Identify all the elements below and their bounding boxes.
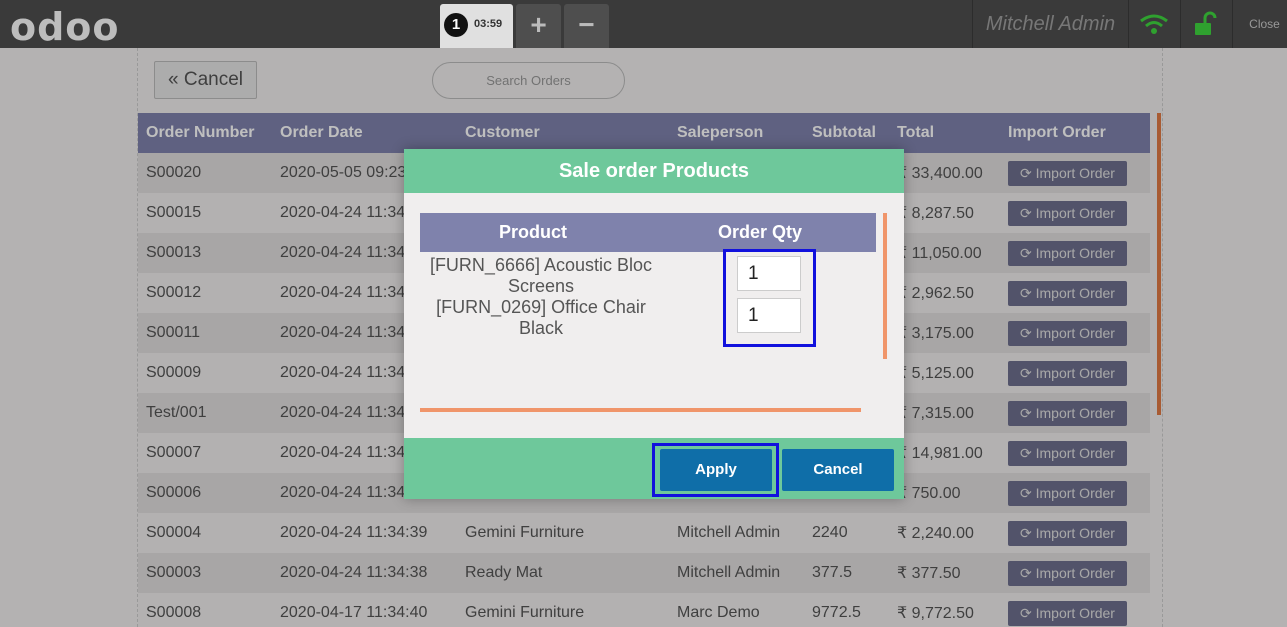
- wifi-icon[interactable]: [1138, 12, 1170, 36]
- sale-order-products-dialog: Sale order Products Product Order Qty [F…: [404, 149, 904, 499]
- remove-order-button[interactable]: −: [564, 4, 609, 48]
- top-bar: odoo 1 03:59 + − Mitchell Admin Close: [0, 0, 1287, 49]
- products-table-header: Product Order Qty: [420, 213, 876, 252]
- apply-button[interactable]: Apply: [660, 449, 772, 491]
- add-order-button[interactable]: +: [516, 4, 561, 48]
- order-time: 03:59: [474, 18, 503, 30]
- col-order-qty: Order Qty: [717, 222, 803, 242]
- odoo-logo: odoo: [10, 5, 120, 49]
- order-qty-input[interactable]: 1: [737, 256, 801, 291]
- dialog-vertical-scrollbar[interactable]: [883, 213, 887, 359]
- dialog-horizontal-scrollbar[interactable]: [420, 408, 861, 412]
- topbar-divider: [1232, 0, 1233, 48]
- dialog-cancel-button[interactable]: Cancel: [782, 449, 894, 491]
- order-number-badge: 1: [444, 13, 468, 37]
- col-product: Product: [498, 222, 567, 242]
- topbar-divider: [1128, 0, 1129, 48]
- close-button[interactable]: Close: [1242, 0, 1287, 48]
- product-name: [FURN_6666] Acoustic Bloc Screens: [429, 255, 653, 296]
- topbar-divider: [1180, 0, 1181, 48]
- user-name[interactable]: Mitchell Admin: [973, 0, 1128, 48]
- dialog-body: Product Order Qty [FURN_6666] Acoustic B…: [404, 193, 904, 438]
- order-qty-input[interactable]: 1: [737, 298, 801, 333]
- dialog-footer: Apply Cancel: [404, 438, 904, 499]
- dialog-title: Sale order Products: [404, 149, 904, 193]
- order-tab[interactable]: 1 03:59: [440, 4, 513, 48]
- product-name: [FURN_0269] Office Chair Black: [436, 297, 646, 338]
- lock-icon[interactable]: [1192, 11, 1218, 37]
